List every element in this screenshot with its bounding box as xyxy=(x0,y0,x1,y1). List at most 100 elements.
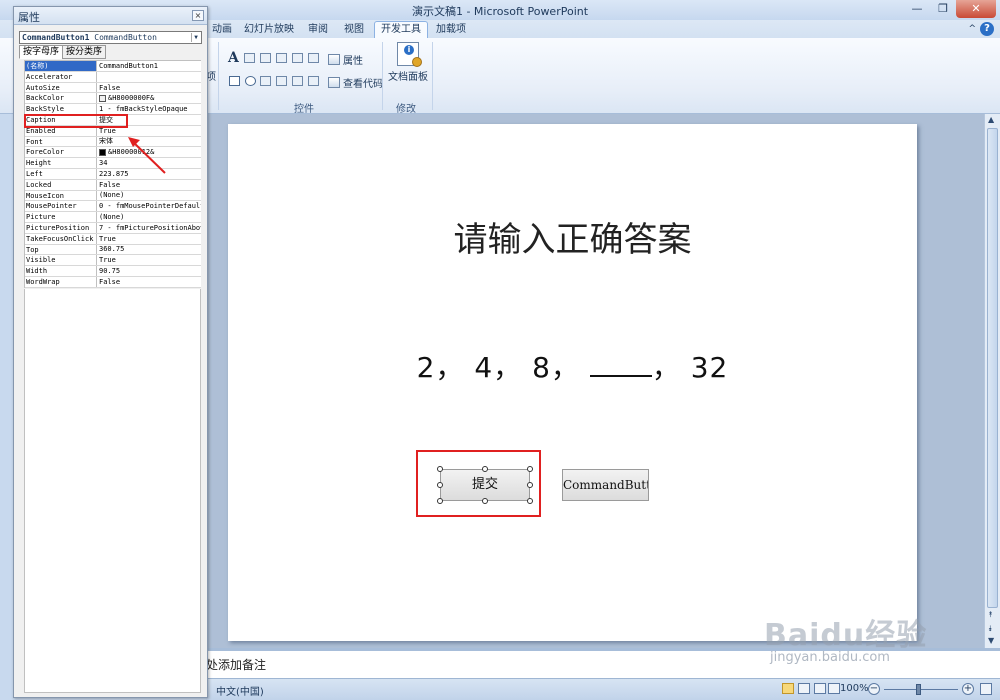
next-slide-icon[interactable]: ⯯ xyxy=(988,624,993,634)
tab-categorized[interactable]: 按分类序 xyxy=(62,45,107,59)
reading-view-icon[interactable] xyxy=(814,683,826,694)
tab-slideshow[interactable]: 幻灯片放映 xyxy=(238,22,300,38)
tab-review[interactable]: 审阅 xyxy=(302,22,334,38)
property-row[interactable]: (名称) CommandButton1 xyxy=(25,61,201,72)
property-value[interactable]: 90.75 xyxy=(97,266,201,276)
property-row[interactable]: MouseIcon (None) xyxy=(25,190,201,202)
resize-handle[interactable] xyxy=(482,498,488,504)
resize-handle[interactable] xyxy=(482,466,488,472)
property-value[interactable] xyxy=(97,71,201,82)
properties-window[interactable]: 属性 × CommandButton1 CommandButton ▼ 按字母序… xyxy=(13,6,208,698)
resize-handle[interactable] xyxy=(527,498,533,504)
scroll-up-icon[interactable]: ▲ xyxy=(988,115,994,124)
spinbutton-control-icon[interactable] xyxy=(292,53,303,63)
maximize-button[interactable]: ❐ xyxy=(930,0,956,18)
object-selector[interactable]: CommandButton1 CommandButton ▼ xyxy=(19,31,202,44)
property-value[interactable]: False xyxy=(97,179,201,190)
fit-to-window-icon[interactable] xyxy=(980,683,992,695)
more-controls-icon[interactable] xyxy=(308,53,319,63)
vertical-scrollbar[interactable]: ▲ ⯭ ⯯ ▼ xyxy=(984,114,1000,648)
properties-titlebar[interactable]: 属性 × xyxy=(14,7,207,25)
scroll-down-icon[interactable]: ▼ xyxy=(988,636,994,645)
property-value[interactable]: 1 - fmBackStyleOpaque xyxy=(97,104,201,114)
property-row[interactable]: Height 34 xyxy=(25,158,201,169)
property-row[interactable]: Width 90.75 xyxy=(25,266,201,277)
togglebutton-control-icon[interactable] xyxy=(292,76,303,86)
tab-developer[interactable]: 开发工具 xyxy=(374,21,428,39)
property-value[interactable]: True xyxy=(97,233,201,244)
property-row[interactable]: Picture (None) xyxy=(25,212,201,223)
property-row[interactable]: MousePointer 0 - fmMousePointerDefault xyxy=(25,201,201,213)
view-code-button[interactable]: 查看代码 xyxy=(328,75,383,90)
checkbox-control-icon[interactable] xyxy=(229,76,240,86)
property-value[interactable]: 0 - fmMousePointerDefault xyxy=(97,201,201,212)
listbox-control-icon[interactable] xyxy=(276,76,287,86)
resize-handle[interactable] xyxy=(437,498,443,504)
slide-sorter-icon[interactable] xyxy=(798,683,810,694)
property-value[interactable]: True xyxy=(97,255,201,266)
property-row[interactable]: Top 360.75 xyxy=(25,244,201,256)
resize-handle[interactable] xyxy=(527,466,533,472)
property-row[interactable]: Visible True xyxy=(25,255,201,267)
help-icon[interactable]: ? xyxy=(980,22,994,36)
property-row[interactable]: Accelerator xyxy=(25,71,201,83)
property-value[interactable]: False xyxy=(97,276,201,287)
property-row[interactable]: ForeColor &H80000012& xyxy=(25,147,201,159)
tab-alphabetic[interactable]: 按字母序 xyxy=(19,45,64,59)
slide-title[interactable]: 请输入正确答案 xyxy=(228,212,917,261)
combobox-control-icon[interactable] xyxy=(260,76,271,86)
command-button-2[interactable]: CommandButt xyxy=(562,469,649,501)
tab-addins[interactable]: 加载项 xyxy=(430,22,472,38)
close-button[interactable]: ✕ xyxy=(956,0,996,18)
slideshow-view-icon[interactable] xyxy=(828,683,840,694)
property-value[interactable]: False xyxy=(97,82,201,93)
zoom-out-button[interactable]: − xyxy=(868,683,880,695)
resize-handle[interactable] xyxy=(527,482,533,488)
label-control-icon[interactable]: A xyxy=(228,51,240,65)
property-row[interactable]: Left 223.875 xyxy=(25,168,201,180)
normal-view-icon[interactable] xyxy=(782,683,794,694)
tab-view[interactable]: 视图 xyxy=(338,22,370,38)
zoom-slider-thumb[interactable] xyxy=(916,684,921,695)
slide[interactable]: 请输入正确答案 2， 4， 8， ， 32 提交 CommandButt xyxy=(228,124,917,641)
property-value[interactable]: 223.875 xyxy=(97,168,201,179)
chevron-down-icon[interactable]: ▼ xyxy=(191,33,200,42)
property-row[interactable]: AutoSize False xyxy=(25,82,201,94)
textbox-control-icon[interactable] xyxy=(244,53,255,63)
submit-button[interactable]: 提交 xyxy=(440,469,530,501)
optionbutton-control-icon[interactable] xyxy=(245,76,256,86)
document-panel-button[interactable]: 文档面板 xyxy=(388,42,428,83)
property-value[interactable]: 34 xyxy=(97,158,201,168)
property-value[interactable]: 宋体 xyxy=(97,136,201,147)
zoom-in-button[interactable]: + xyxy=(962,683,974,695)
zoom-level[interactable]: 100% xyxy=(840,683,869,694)
resize-handle[interactable] xyxy=(437,482,443,488)
property-value[interactable]: (None) xyxy=(97,190,201,201)
prev-slide-icon[interactable]: ⯭ xyxy=(988,610,993,620)
scrollbar-control-icon[interactable] xyxy=(276,53,287,63)
property-row[interactable]: Locked False xyxy=(25,179,201,191)
commandbutton-control-icon[interactable] xyxy=(308,76,319,86)
property-value[interactable]: (None) xyxy=(97,212,201,222)
language-indicator[interactable]: 中文(中国) xyxy=(216,683,264,698)
property-row[interactable]: BackColor &H8000000F& xyxy=(25,93,201,105)
property-row[interactable]: WordWrap False xyxy=(25,276,201,288)
number-sequence[interactable]: 2， 4， 8， ， 32 xyxy=(228,346,917,386)
properties-close-button[interactable]: × xyxy=(192,10,204,21)
resize-handle[interactable] xyxy=(437,466,443,472)
properties-button[interactable]: 属性 xyxy=(328,52,363,67)
minimize-button[interactable]: — xyxy=(904,0,930,18)
property-value[interactable]: 360.75 xyxy=(97,244,201,255)
tab-animations[interactable]: 动画 xyxy=(206,22,238,38)
property-value-color[interactable]: &H80000012& xyxy=(97,147,201,158)
property-row[interactable]: Font 宋体 xyxy=(25,136,201,148)
property-value[interactable]: 7 - fmPicturePositionAboveCenter xyxy=(97,222,201,233)
property-row[interactable]: PicturePosition 7 - fmPicturePositionAbo… xyxy=(25,222,201,234)
property-row[interactable]: TakeFocusOnClick True xyxy=(25,233,201,245)
image-control-icon[interactable] xyxy=(260,53,271,63)
property-value[interactable]: CommandButton1 xyxy=(97,61,201,71)
minimize-ribbon-icon[interactable]: ^ xyxy=(968,22,976,36)
property-value-color[interactable]: &H8000000F& xyxy=(97,93,201,104)
scroll-thumb[interactable] xyxy=(987,128,998,608)
zoom-slider-track[interactable] xyxy=(884,689,958,690)
